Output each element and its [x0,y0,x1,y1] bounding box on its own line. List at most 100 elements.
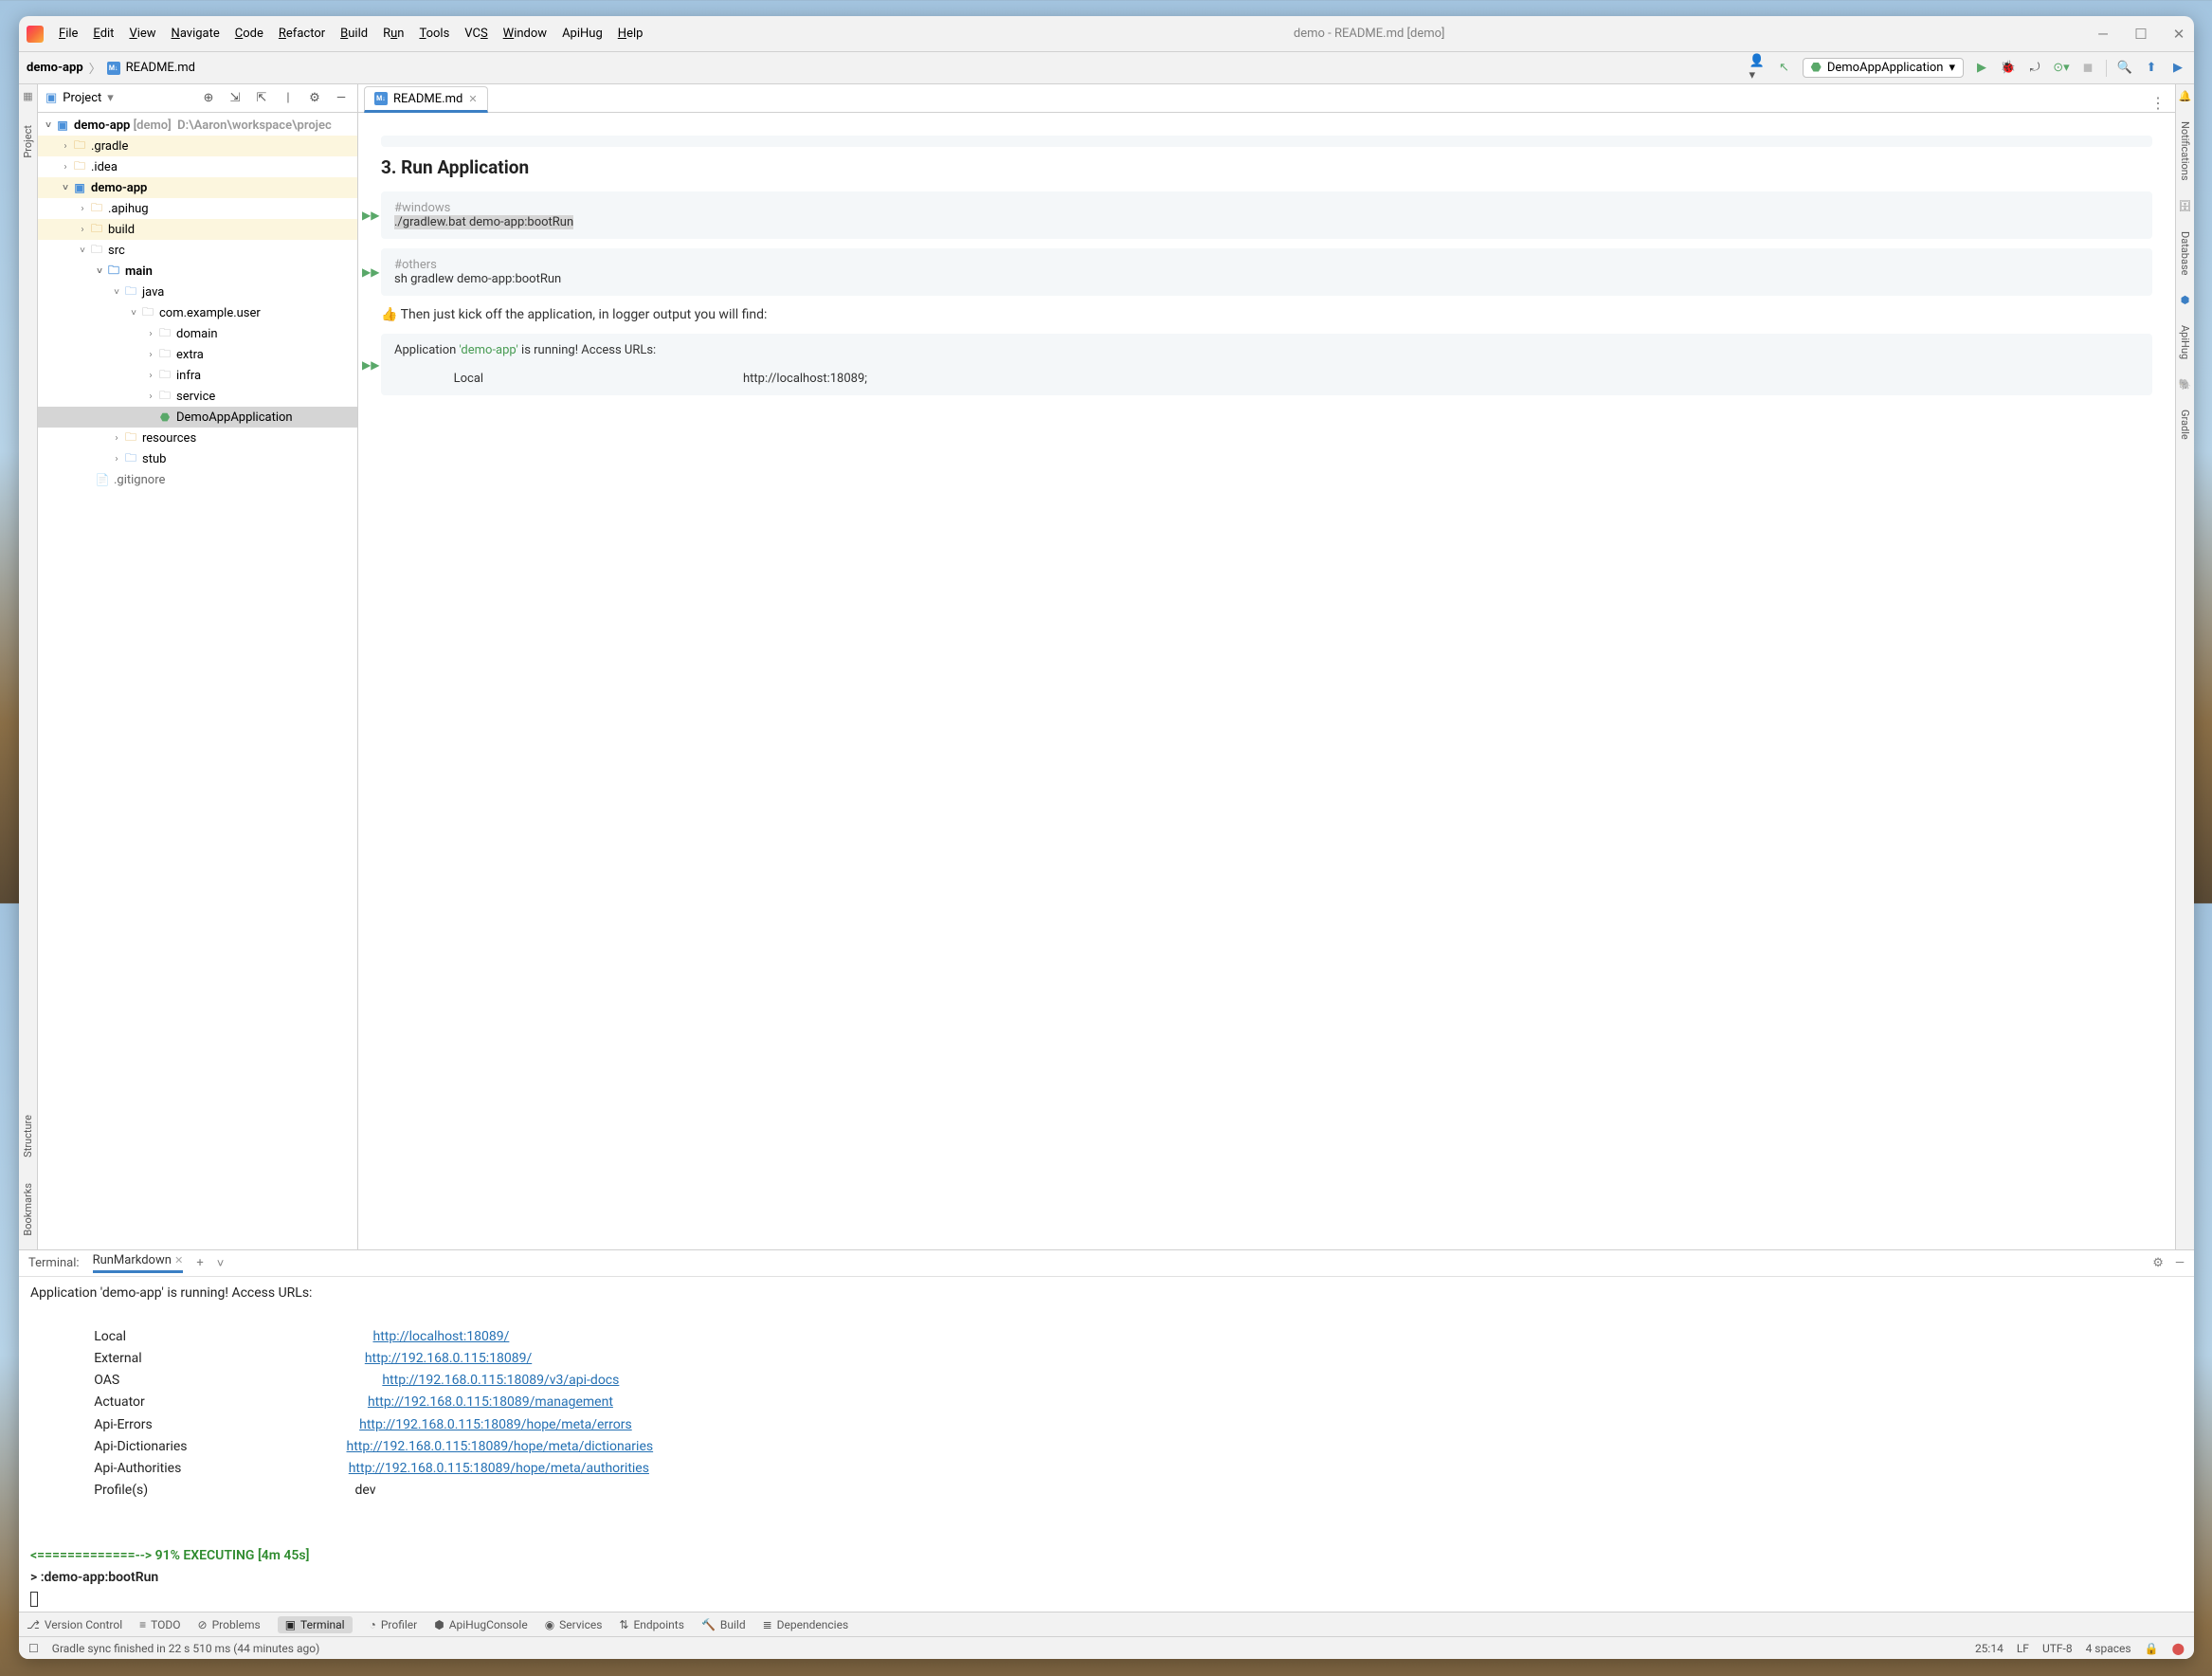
right-rail-gradle[interactable]: Gradle [2179,406,2191,444]
left-rail-project[interactable]: Project [22,121,34,162]
maximize-button[interactable]: ☐ [2133,26,2149,43]
run-gutter-icon[interactable]: ▶▶ [362,209,379,222]
menu-view[interactable]: View [129,27,155,41]
tree-service[interactable]: ›🗀service [38,386,357,407]
breadcrumb-root[interactable]: demo-app [27,61,83,75]
status-pos[interactable]: 25:14 [1975,1642,2003,1655]
status-error-icon[interactable]: ⬤ [2172,1642,2185,1655]
expand-icon[interactable]: ⇲ [227,90,244,107]
menu-file[interactable]: File [59,27,78,41]
tree-root[interactable]: ˅▣demo-app [demo] D:\Aaron\workspace\pro… [38,115,357,136]
terminal-tab-run[interactable]: RunMarkdown ✕ [93,1253,184,1273]
locate-icon[interactable]: ⊕ [200,90,217,107]
menu-window[interactable]: Window [503,27,547,41]
project-dropdown[interactable]: ▾ [107,91,114,105]
breadcrumb-file[interactable]: README.md [126,61,195,75]
coverage-button[interactable]: ⤾ [2026,60,2043,77]
right-rail-notif[interactable]: Notifications [2179,118,2191,185]
sync-icon[interactable]: ⬆ [2143,60,2160,77]
tree-resources[interactable]: ›🗀resources [38,428,357,448]
profile-button[interactable]: ⊙▾ [2053,60,2070,77]
term-link[interactable]: http://192.168.0.115:18089/v3/api-docs [382,1373,619,1388]
stop-button[interactable]: ◼ [2079,60,2096,77]
menu-vcs[interactable]: VCS [464,27,487,41]
ide-play-icon[interactable]: ▶ [2169,60,2186,77]
new-terminal-icon[interactable]: + [196,1256,203,1270]
run-gutter-icon[interactable]: ▶▶ [362,265,379,279]
menu-tools[interactable]: Tools [419,27,449,41]
tree-gitignore[interactable]: 📄.gitignore [38,469,357,490]
tree-idea[interactable]: ›🗀.idea [38,156,357,177]
btab-services[interactable]: ◉ Services [545,1618,603,1631]
proj-icon[interactable]: ▦ [23,90,32,102]
hide-icon[interactable]: — [333,90,350,107]
tree-infra[interactable]: ›🗀infra [38,365,357,386]
markdown-preview[interactable]: 3. Run Application ▶▶ #windows ./gradlew… [358,113,2175,1249]
run-config-selector[interactable]: ⬣ DemoAppApplication ▾ [1803,58,1965,78]
terminal-hide-icon[interactable]: — [2175,1256,2185,1270]
close-button[interactable]: ✕ [2171,26,2186,43]
terminal-output[interactable]: Application 'demo-app' is running! Acces… [19,1277,2194,1612]
tree-apihug[interactable]: ›🗀.apihug [38,198,357,219]
btab-endpoints[interactable]: ⇅ Endpoints [619,1618,684,1631]
btab-problems[interactable]: ⊘ Problems [198,1618,261,1631]
term-link[interactable]: http://192.168.0.115:18089/hope/meta/aut… [349,1461,649,1476]
term-link[interactable]: http://192.168.0.115:18089/hope/meta/err… [359,1417,632,1432]
close-tab-icon[interactable]: ✕ [468,93,477,105]
apihug-icon[interactable]: ⬢ [2181,294,2190,306]
menu-help[interactable]: Help [618,27,644,41]
project-tree[interactable]: ˅▣demo-app [demo] D:\Aaron\workspace\pro… [38,113,357,1249]
menu-apihug[interactable]: ApiHug [562,27,603,41]
btab-todo[interactable]: ≡ TODO [139,1618,180,1631]
btab-profiler[interactable]: ◔ Profiler [370,1618,418,1631]
gradle-icon[interactable]: 🐘 [2179,378,2192,391]
tree-src[interactable]: ˅🗀src [38,240,357,261]
status-lf[interactable]: LF [2017,1642,2029,1655]
menu-build[interactable]: Build [340,27,368,41]
terminal-dropdown[interactable]: ˅ [217,1256,225,1271]
menu-refactor[interactable]: Refactor [279,27,325,41]
collapse-icon[interactable]: ⇱ [253,90,270,107]
tree-stub[interactable]: ›🗀stub [38,448,357,469]
run-button[interactable]: ▶ [1973,60,1990,77]
menu-run[interactable]: Run [383,27,404,41]
status-lock-icon[interactable]: 🔒 [2145,1642,2159,1655]
tree-gradle[interactable]: ›🗀.gradle [38,136,357,156]
btab-terminal[interactable]: ▣ Terminal [278,1616,353,1633]
run-gutter-icon[interactable]: ▶▶ [362,358,379,372]
right-rail-db[interactable]: Database [2179,228,2191,279]
build-hammer-icon[interactable]: ↖ [1776,60,1793,77]
term-link[interactable]: http://192.168.0.115:18089/ [365,1351,532,1366]
editor-tab-readme[interactable]: M↓ README.md ✕ [364,86,488,113]
search-icon[interactable]: 🔍 [2116,60,2133,77]
menu-navigate[interactable]: Navigate [172,27,220,41]
tree-main[interactable]: ˅🗀main [38,261,357,282]
db-icon[interactable]: 🗄 [2179,200,2192,212]
left-rail-bookmarks[interactable]: Bookmarks [22,1179,34,1240]
tree-java[interactable]: ˅🗀java [38,282,357,302]
terminal-gear-icon[interactable]: ⚙ [2152,1256,2164,1270]
btab-build[interactable]: 🔨 Build [701,1618,746,1631]
btab-vcs[interactable]: ⎇ Version Control [27,1618,122,1631]
minimize-button[interactable]: — [2095,26,2111,43]
menu-code[interactable]: Code [235,27,263,41]
tree-pkg[interactable]: ˅🗀com.example.user [38,302,357,323]
btab-apihug[interactable]: ⬢ ApiHugConsole [434,1618,527,1631]
term-link[interactable]: http://192.168.0.115:18089/management [368,1394,613,1410]
left-rail-structure[interactable]: Structure [22,1111,34,1161]
tree-build[interactable]: ›🗀build [38,219,357,240]
btab-deps[interactable]: ≣ Dependencies [763,1618,849,1631]
right-rail-apihug[interactable]: ApiHug [2179,321,2191,363]
gear-icon[interactable]: ⚙ [306,90,323,107]
tree-extra[interactable]: ›🗀extra [38,344,357,365]
term-link[interactable]: http://localhost:18089/ [372,1329,509,1344]
status-sq-icon[interactable]: ☐ [28,1642,39,1655]
menu-edit[interactable]: Edit [93,27,114,41]
status-enc[interactable]: UTF-8 [2042,1642,2073,1655]
debug-button[interactable]: 🐞 [2000,60,2017,77]
term-link[interactable]: http://192.168.0.115:18089/hope/meta/dic… [347,1439,654,1454]
tree-domain[interactable]: ›🗀domain [38,323,357,344]
breadcrumb[interactable]: demo-app 〉 M↓ README.md [27,59,195,77]
user-icon[interactable]: 👤▾ [1750,60,1767,77]
editor-more-icon[interactable]: ⋮ [2141,94,2175,112]
